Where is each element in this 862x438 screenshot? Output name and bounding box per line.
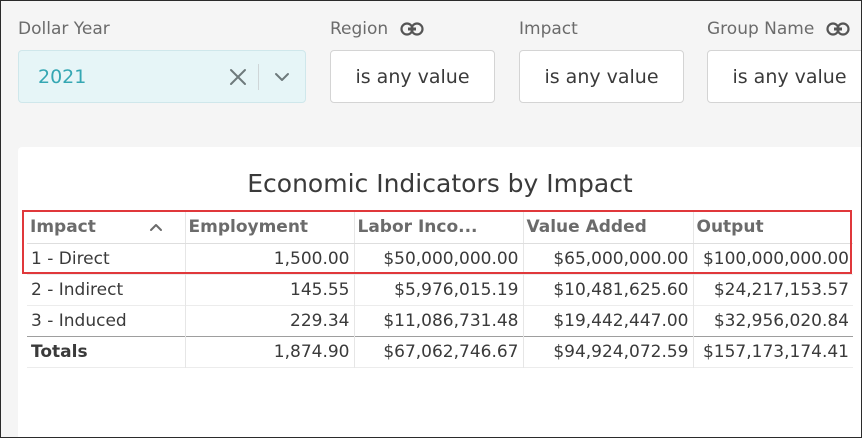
cell-total-employment: 1,874.90 bbox=[184, 335, 354, 367]
table-row: 1 - Direct 1,500.00 $50,000,000.00 $65,0… bbox=[27, 243, 853, 274]
column-header-labor-income[interactable]: Labor Inco... bbox=[353, 212, 523, 244]
dollar-year-label-text: Dollar Year bbox=[18, 19, 110, 39]
dollar-year-value: 2021 bbox=[38, 65, 87, 88]
cell-impact: 1 - Direct bbox=[31, 248, 110, 269]
region-label: Region bbox=[330, 19, 424, 39]
cell-total-output: $157,173,174.41 bbox=[692, 335, 853, 367]
group-name-filter-value: is any value bbox=[732, 65, 847, 88]
close-icon[interactable] bbox=[218, 68, 258, 86]
link-icon[interactable] bbox=[400, 22, 424, 36]
table-row: 2 - Indirect 145.55 $5,976,015.19 $10,48… bbox=[27, 274, 853, 305]
cell-totals-label: Totals bbox=[27, 335, 185, 367]
impact-label-text: Impact bbox=[519, 19, 578, 39]
table-title: Economic Indicators by Impact bbox=[247, 169, 633, 198]
column-header-value-added[interactable]: Value Added bbox=[522, 212, 693, 244]
column-header-label: Output bbox=[696, 217, 764, 238]
cell-labor-income: $11,086,731.48 bbox=[353, 305, 523, 336]
impact-filter[interactable]: is any value bbox=[519, 50, 684, 103]
column-header-employment[interactable]: Employment bbox=[184, 212, 354, 244]
column-header-impact[interactable]: Impact bbox=[27, 212, 185, 244]
region-filter[interactable]: is any value bbox=[330, 50, 495, 103]
dollar-year-select[interactable]: 2021 bbox=[18, 50, 306, 103]
impact-filter-value: is any value bbox=[544, 65, 659, 88]
cell-output: $32,956,020.84 bbox=[692, 305, 853, 336]
cell-value-added: $10,481,625.60 bbox=[522, 274, 693, 305]
column-header-label: Employment bbox=[188, 217, 309, 238]
table-header-row: Impact Employment Labor Inco... Value Ad… bbox=[27, 212, 853, 244]
region-filter-value: is any value bbox=[355, 65, 470, 88]
group-name-filter[interactable]: is any value bbox=[707, 50, 862, 103]
cell-impact: 3 - Induced bbox=[31, 310, 127, 331]
economic-indicators-table: Impact Employment Labor Inco... Value Ad… bbox=[27, 212, 853, 368]
cell-output: $24,217,153.57 bbox=[692, 274, 853, 305]
cell-value-added: $65,000,000.00 bbox=[522, 243, 693, 274]
cell-employment: 229.34 bbox=[184, 305, 354, 336]
cell-labor-income: $50,000,000.00 bbox=[353, 243, 523, 274]
column-header-label: Impact bbox=[30, 217, 96, 238]
cell-total-value-added: $94,924,072.59 bbox=[522, 335, 693, 367]
cell-output: $100,000,000.00 bbox=[692, 243, 853, 274]
column-header-label: Value Added bbox=[526, 217, 647, 238]
link-icon[interactable] bbox=[826, 22, 850, 36]
cell-labor-income: $5,976,015.19 bbox=[353, 274, 523, 305]
chevron-up-icon[interactable] bbox=[149, 223, 163, 232]
cell-value-added: $19,442,447.00 bbox=[522, 305, 693, 336]
group-name-label-text: Group Name bbox=[707, 19, 815, 39]
cell-employment: 145.55 bbox=[184, 274, 354, 305]
table-row: 3 - Induced 229.34 $11,086,731.48 $19,44… bbox=[27, 305, 853, 336]
cell-impact: 2 - Indirect bbox=[31, 279, 124, 300]
totals-row: Totals 1,874.90 $67,062,746.67 $94,924,0… bbox=[27, 335, 853, 367]
dollar-year-label: Dollar Year bbox=[18, 19, 110, 39]
column-header-output[interactable]: Output bbox=[692, 212, 853, 244]
column-header-label: Labor Inco... bbox=[357, 217, 478, 238]
region-label-text: Region bbox=[330, 19, 389, 39]
chevron-down-icon[interactable] bbox=[259, 72, 305, 82]
cell-employment: 1,500.00 bbox=[184, 243, 354, 274]
impact-label: Impact bbox=[519, 19, 578, 39]
cell-total-labor-income: $67,062,746.67 bbox=[353, 335, 523, 367]
group-name-label: Group Name bbox=[707, 19, 850, 39]
